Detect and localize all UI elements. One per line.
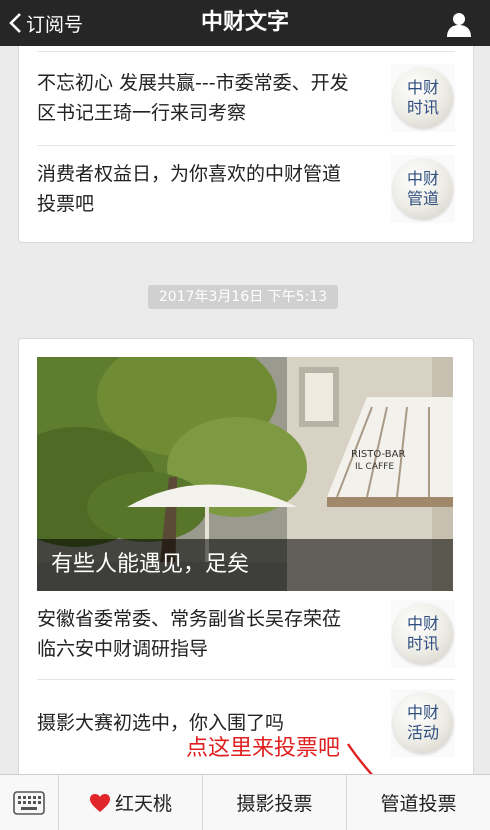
thumb-line1: 中财 (406, 614, 439, 633)
article-item[interactable]: 安徽省委常委、常务副省长吴存荣莅临六安中财调研指导 中财 时讯 (37, 591, 455, 677)
article-thumbnail: 中财 时讯 (391, 600, 455, 668)
article-thumbnail: 中财 时讯 (391, 64, 455, 132)
menu-item-photo-vote[interactable]: 摄影投票 (203, 775, 347, 830)
pearl-logo: 中财 管道 (393, 159, 453, 219)
page-title: 中财文字 (200, 10, 289, 35)
cover-image[interactable]: RISTO-BAR IL CAFFE 有些人能遇见，足矣 (37, 357, 453, 591)
article-thumbnail: 中财 活动 (391, 689, 455, 757)
divider (37, 51, 455, 52)
thumb-line1: 中财 (406, 169, 439, 188)
thumb-line2: 管道 (406, 189, 439, 208)
timestamp-badge: 2017年3月16日 下午5:13 (148, 285, 338, 309)
pearl-logo: 中财 时讯 (393, 68, 453, 128)
article-thumbnail: 中财 管道 (391, 155, 455, 223)
thumb-line1: 中财 (406, 78, 439, 97)
bottom-menu-bar: 红天桃 摄影投票 管道投票 (0, 774, 490, 830)
article-title: 安徽省委常委、常务副省长吴存荣莅临六安中财调研指导 (37, 608, 342, 660)
cover-caption: 有些人能遇见，足矣 (37, 539, 453, 591)
menu-label: 管道投票 (380, 793, 457, 815)
keyboard-icon (13, 790, 45, 815)
menu-item-hongtiantao[interactable]: 红天桃 (59, 775, 203, 830)
menu-item-pipe-vote[interactable]: 管道投票 (347, 775, 490, 830)
article-item[interactable]: 消费者权益日，为你喜欢的中财管道投票吧 中财 管道 (37, 146, 455, 232)
message-list[interactable]: 不忘初心 发展共赢---市委常委、开发区书记王琦一行来司考察 中财 时讯 消费者… (0, 46, 490, 774)
keyboard-toggle-button[interactable] (0, 775, 59, 830)
heart-icon (89, 793, 110, 812)
article-title: 不忘初心 发展共赢---市委常委、开发区书记王琦一行来司考察 (37, 72, 349, 124)
pearl-logo: 中财 活动 (393, 693, 453, 753)
thumb-line2: 活动 (406, 723, 439, 742)
article-card: RISTO-BAR IL CAFFE 有些人能遇见，足矣 安徽省委常委、常务副省… (18, 338, 474, 774)
article-title: 消费者权益日，为你喜欢的中财管道投票吧 (37, 163, 342, 215)
thumb-line2: 时讯 (406, 98, 439, 117)
thumb-line2: 时讯 (406, 634, 439, 653)
article-item[interactable]: 不忘初心 发展共赢---市委常委、开发区书记王琦一行来司考察 中财 时讯 (37, 55, 455, 141)
cover-sign-line2: IL CAFFE (355, 462, 394, 472)
menu-label: 红天桃 (114, 793, 172, 815)
thumb-line1: 中财 (406, 703, 439, 722)
article-card: 不忘初心 发展共赢---市委常委、开发区书记王琦一行来司考察 中财 时讯 消费者… (18, 46, 474, 243)
cover-sign-line1: RISTO-BAR (351, 449, 405, 460)
menu-label: 摄影投票 (236, 793, 313, 815)
user-icon[interactable] (446, 11, 472, 37)
top-nav-bar: 订阅号 中财文字 (0, 0, 490, 46)
pearl-logo: 中财 时讯 (393, 604, 453, 664)
